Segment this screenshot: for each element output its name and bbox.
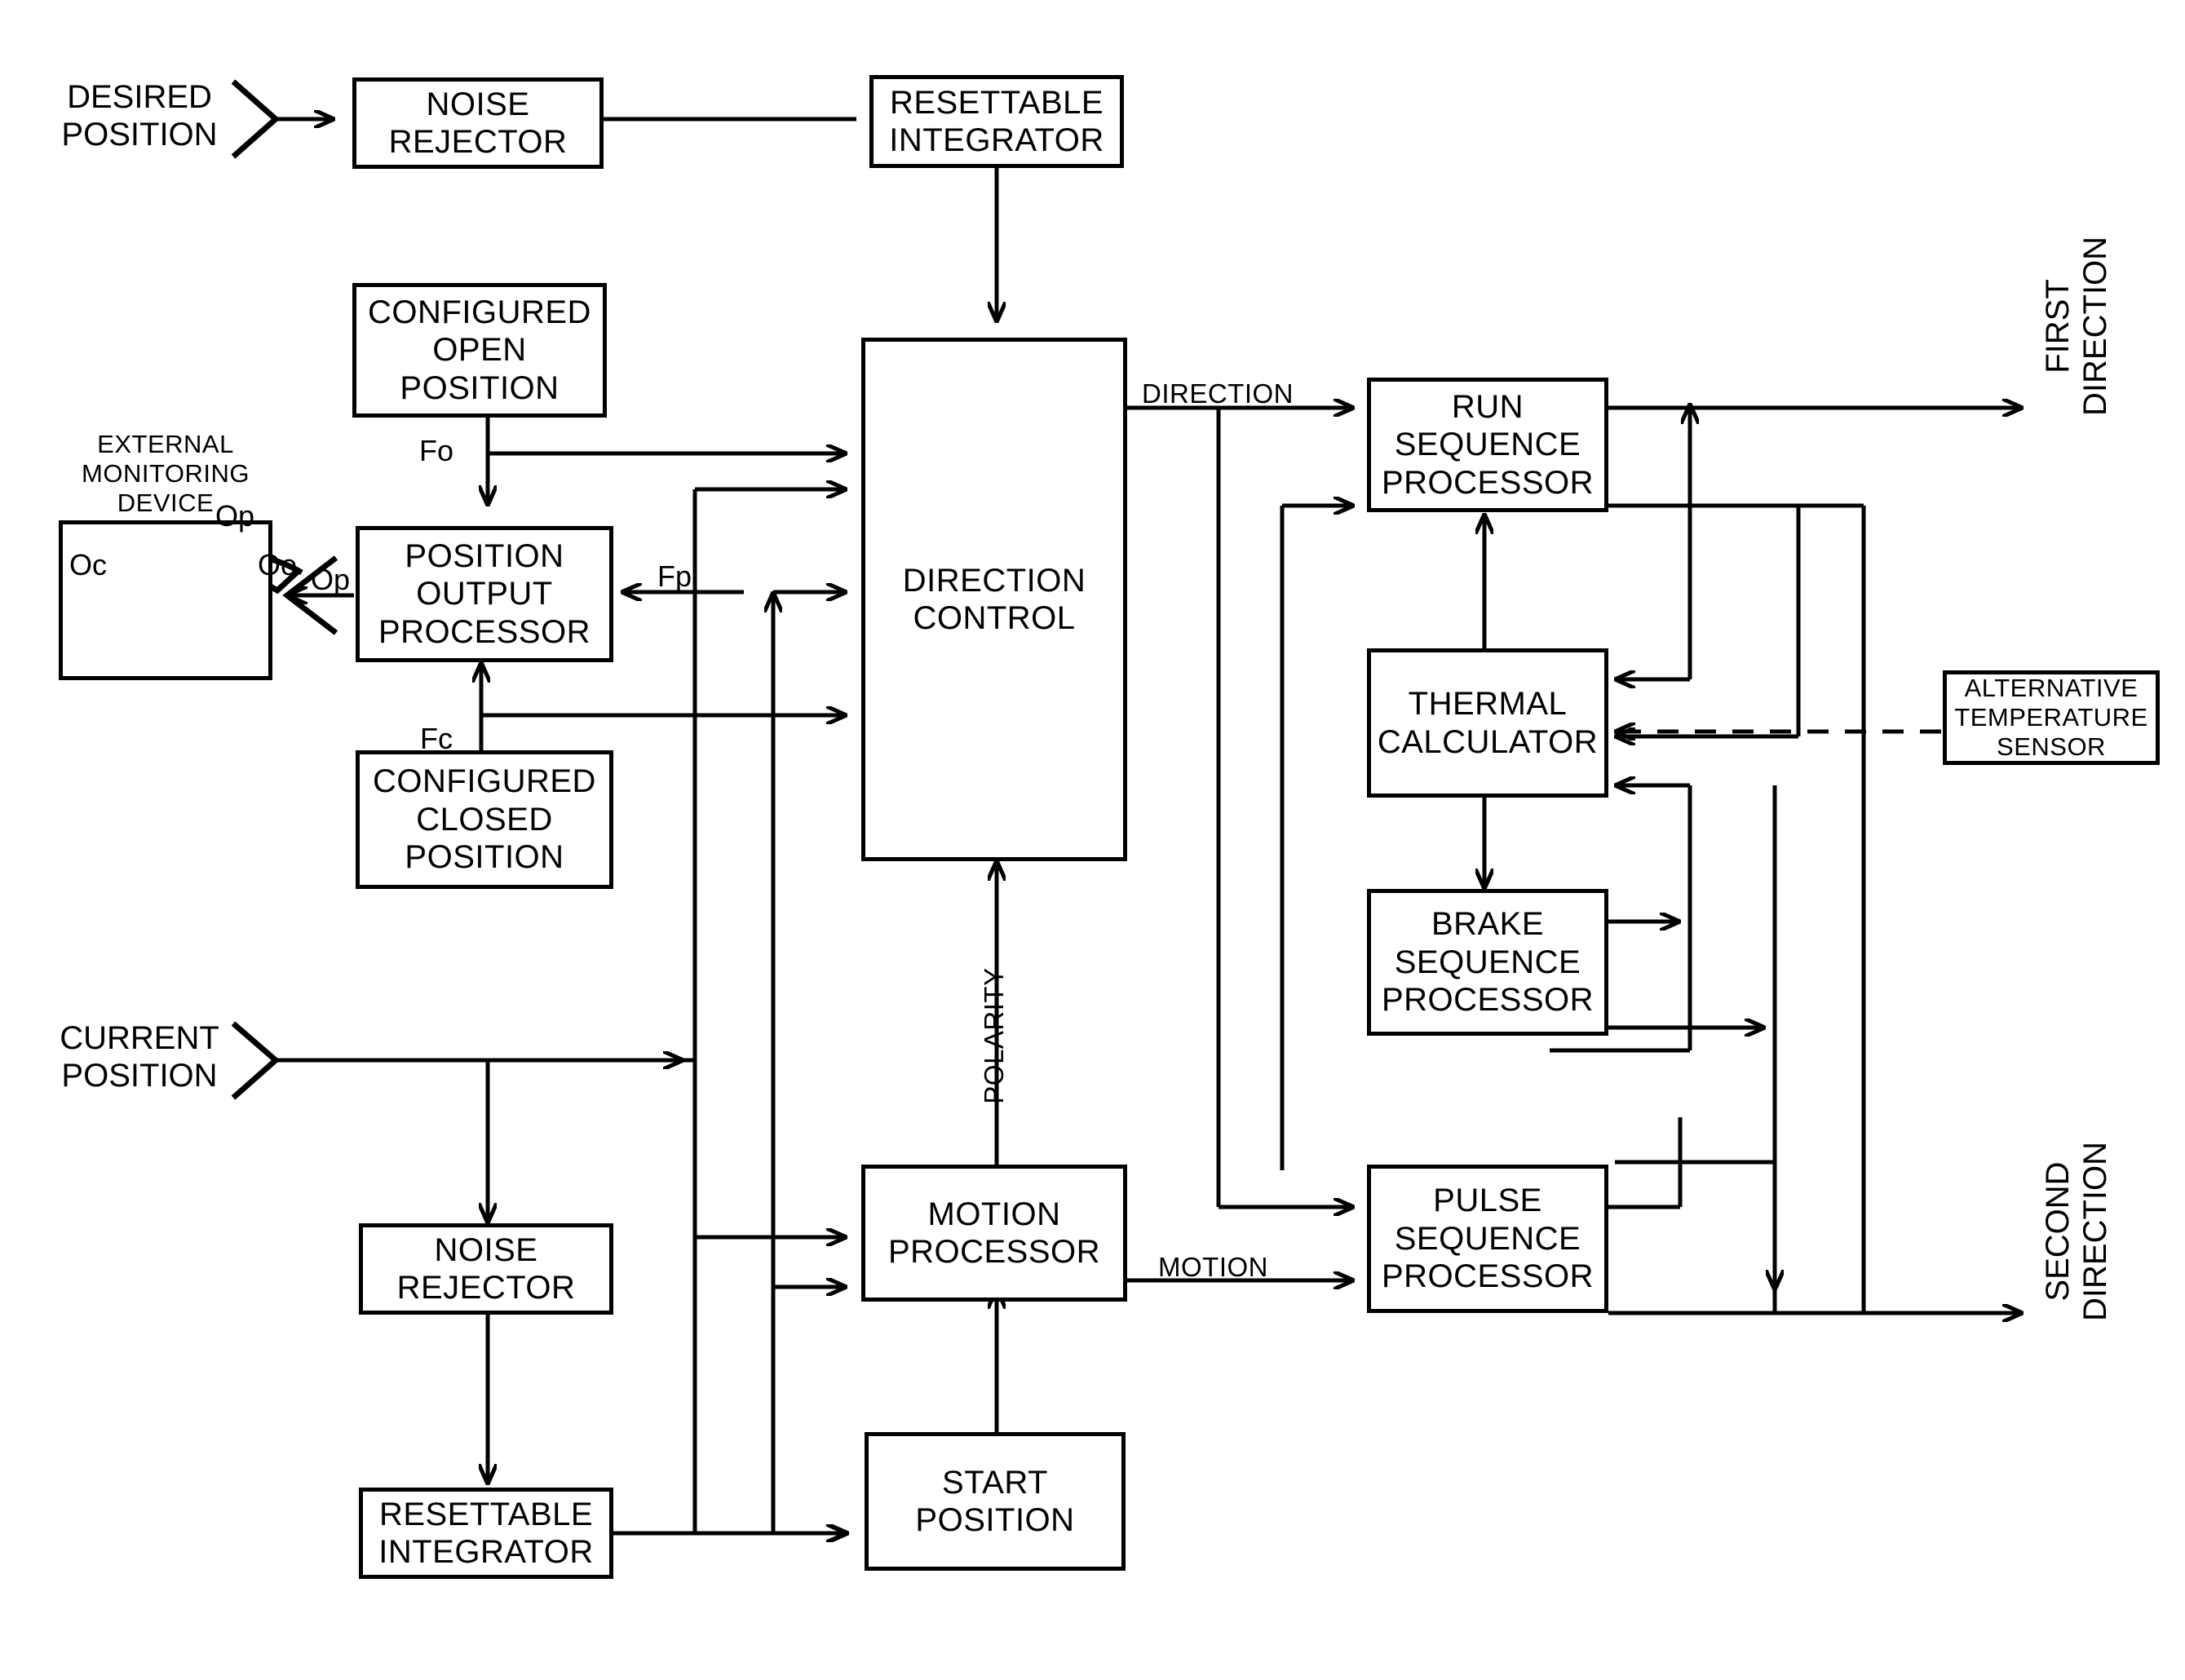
block-motion-processor[interactable]: MOTION PROCESSOR: [861, 1165, 1127, 1302]
signal-label-direction: DIRECTION: [1142, 378, 1294, 409]
output-first-direction-label: FIRST DIRECTION: [2040, 237, 2114, 416]
input-current-position-label: CURRENT POSITION: [60, 1020, 219, 1094]
signal-label-fp: Fp: [657, 559, 692, 593]
block-configured-open-position[interactable]: CONFIGURED OPEN POSITION: [352, 283, 607, 418]
block-thermal-calculator[interactable]: THERMAL CALCULATOR: [1367, 648, 1608, 798]
external-monitoring-device-enclosure[interactable]: [59, 520, 272, 680]
signal-label-polarity: POLARITY: [979, 967, 1009, 1104]
signal-label-fc: Fc: [420, 722, 453, 755]
block-position-output-processor[interactable]: POSITION OUTPUT PROCESSOR: [356, 526, 613, 662]
block-alternative-temperature-sensor[interactable]: ALTERNATIVE TEMPERATURE SENSOR: [1943, 670, 2160, 765]
signal-label-fo: Fo: [418, 434, 453, 467]
signal-label-op: Op: [310, 563, 351, 596]
block-configured-closed-position[interactable]: CONFIGURED CLOSED POSITION: [356, 750, 613, 889]
block-brake-sequence-processor[interactable]: BRAKE SEQUENCE PROCESSOR: [1367, 889, 1608, 1036]
gauge-label-op: Op: [215, 499, 255, 533]
block-start-position[interactable]: START POSITION: [865, 1432, 1126, 1571]
block-diagram-canvas: NOISE REJECTOR RESETTABLE INTEGRATOR CON…: [0, 0, 2185, 1680]
gauge-label-oc: Oc: [69, 548, 107, 581]
gauge-label-oo: Oo: [257, 548, 298, 581]
block-noise-rejector-bottom[interactable]: NOISE REJECTOR: [359, 1223, 613, 1315]
block-run-sequence-processor[interactable]: RUN SEQUENCE PROCESSOR: [1367, 378, 1608, 512]
block-resettable-integrator-top[interactable]: RESETTABLE INTEGRATOR: [869, 75, 1124, 168]
block-noise-rejector-top[interactable]: NOISE REJECTOR: [352, 77, 604, 169]
output-second-direction-label: SECOND DIRECTION: [2040, 1142, 2114, 1321]
input-desired-position-label: DESIRED POSITION: [61, 79, 218, 153]
block-pulse-sequence-processor[interactable]: PULSE SEQUENCE PROCESSOR: [1367, 1165, 1608, 1313]
block-resettable-integrator-bottom[interactable]: RESETTABLE INTEGRATOR: [359, 1488, 613, 1579]
signal-label-motion: MOTION: [1158, 1252, 1268, 1282]
block-direction-control[interactable]: DIRECTION CONTROL: [861, 338, 1127, 861]
